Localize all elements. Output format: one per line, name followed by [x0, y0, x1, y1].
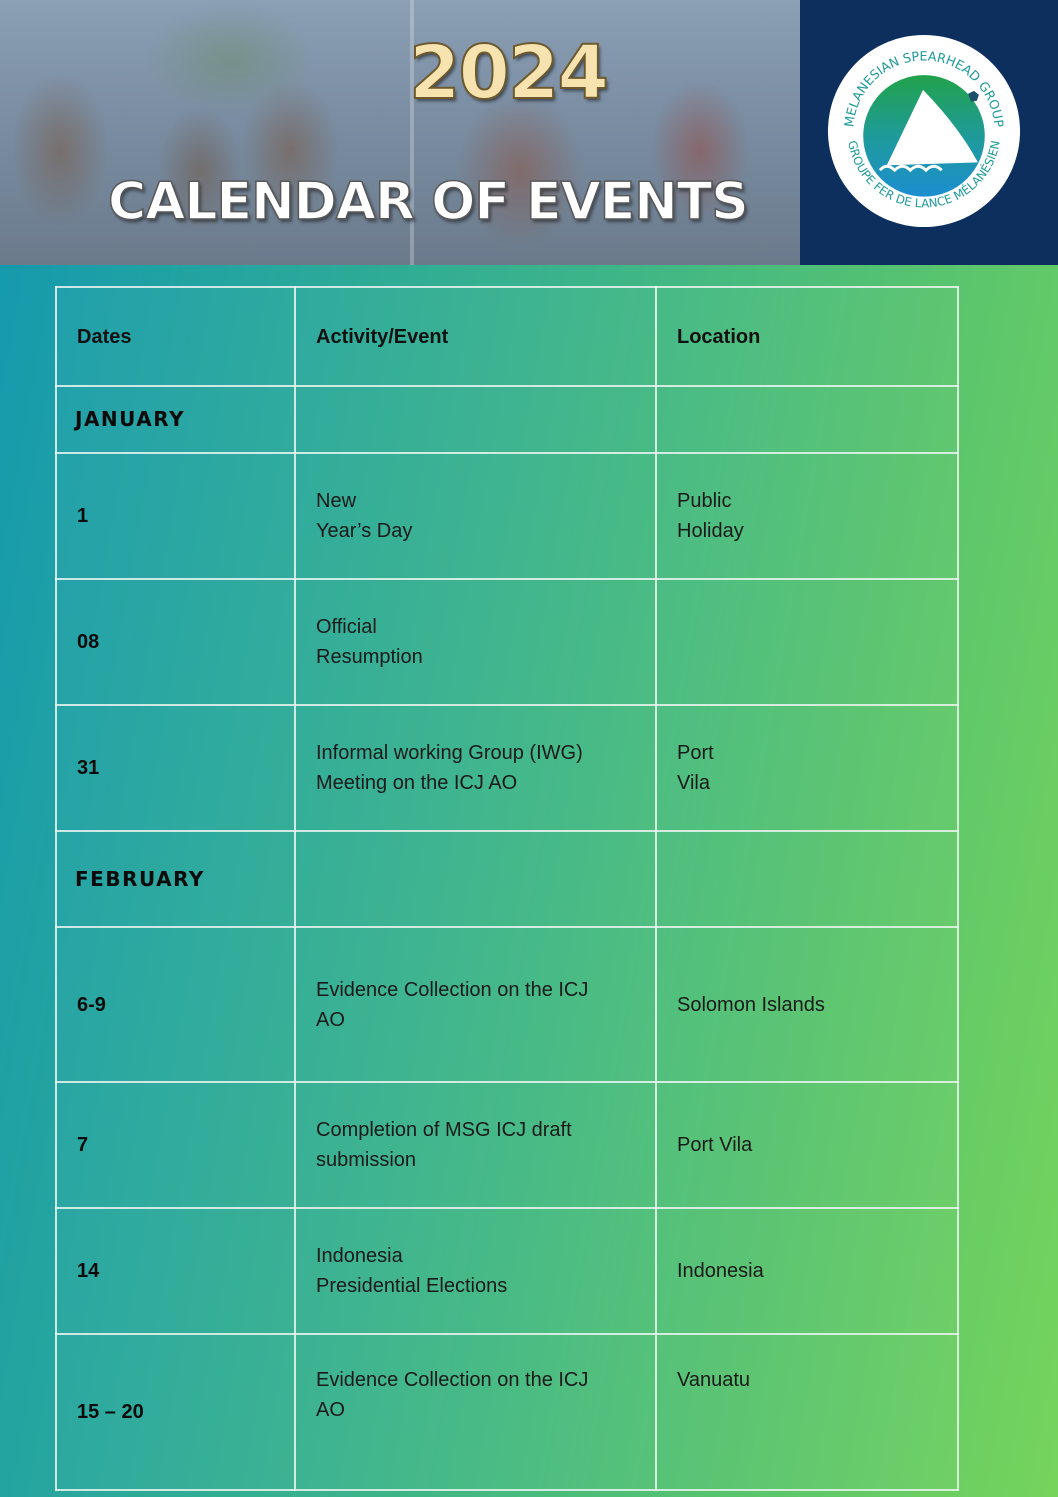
empty-cell	[655, 830, 959, 928]
empty-cell	[294, 385, 657, 454]
empty-cell	[294, 830, 657, 928]
page-title: CALENDAR OF EVENTS	[107, 171, 749, 233]
table-row: 08 Official Resumption	[55, 578, 959, 706]
date-cell: 1	[55, 452, 296, 580]
event-cell: Evidence Collection on the ICJ AO	[294, 1333, 657, 1491]
table-row: 31 Informal working Group (IWG) Meeting …	[55, 704, 959, 832]
table-header-row: Dates Activity/Event Location	[55, 286, 959, 387]
event-cell: Evidence Collection on the ICJ AO	[294, 926, 657, 1083]
location-cell: Solomon Islands	[655, 926, 959, 1083]
event-cell: New Year’s Day	[294, 452, 657, 580]
msg-logo-icon: MELANESIAN SPEARHEAD GROUP GROUPE FER DE…	[827, 34, 1021, 228]
month-row-february: FEBRUARY	[55, 830, 959, 928]
empty-cell	[655, 385, 959, 454]
table-row: 15 – 20 Evidence Collection on the ICJ A…	[55, 1333, 959, 1491]
location-cell	[655, 578, 959, 706]
event-cell: Completion of MSG ICJ draft submission	[294, 1081, 657, 1209]
table-row: 14 Indonesia Presidential Elections Indo…	[55, 1207, 959, 1335]
table-row: 7 Completion of MSG ICJ draft submission…	[55, 1081, 959, 1209]
column-header-activity: Activity/Event	[294, 286, 657, 387]
date-cell: 08	[55, 578, 296, 706]
month-row-january: JANUARY	[55, 385, 959, 454]
date-cell: 15 – 20	[55, 1333, 296, 1491]
header-banner: 2024 CALENDAR OF EVENTS MELANESIAN SPEAR…	[0, 0, 1058, 265]
column-header-location: Location	[655, 286, 959, 387]
location-cell: Public Holiday	[655, 452, 959, 580]
month-label: JANUARY	[75, 407, 186, 431]
location-cell: Port Vila	[655, 1081, 959, 1209]
table-row: 1 New Year’s Day Public Holiday	[55, 452, 959, 580]
event-cell: Official Resumption	[294, 578, 657, 706]
month-label: FEBRUARY	[75, 866, 205, 891]
table-row: 6-9 Evidence Collection on the ICJ AO So…	[55, 926, 959, 1083]
date-cell: 31	[55, 704, 296, 832]
calendar-table: Dates Activity/Event Location JANUARY 1 …	[55, 286, 959, 1491]
date-cell: 7	[55, 1081, 296, 1209]
column-header-dates: Dates	[55, 286, 296, 387]
event-cell: Indonesia Presidential Elections	[294, 1207, 657, 1335]
date-cell: 14	[55, 1207, 296, 1335]
location-cell: Indonesia	[655, 1207, 959, 1335]
location-cell: Port Vila	[655, 704, 959, 832]
event-cell: Informal working Group (IWG) Meeting on …	[294, 704, 657, 832]
date-cell: 6-9	[55, 926, 296, 1083]
location-cell: Vanuatu	[655, 1333, 959, 1491]
title-year: 2024	[408, 29, 610, 117]
